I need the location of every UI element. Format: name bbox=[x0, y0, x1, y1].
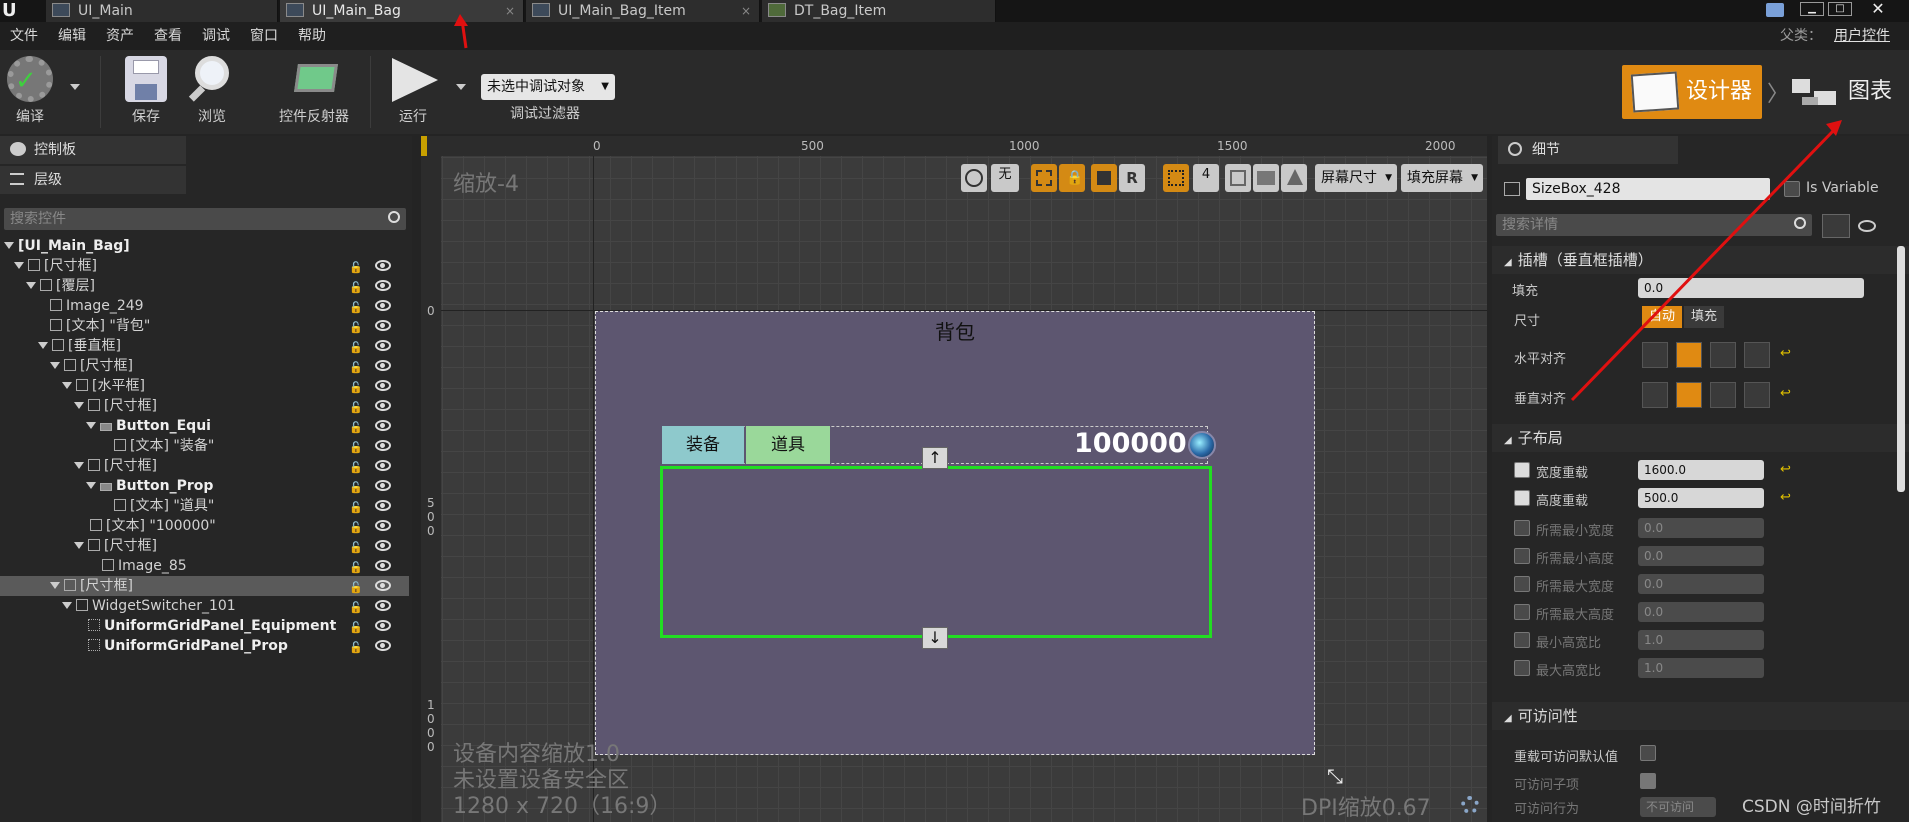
annotation-arrowhead-tab bbox=[454, 14, 468, 26]
annotation-arrows bbox=[454, 14, 1842, 402]
annotation-arrowhead-graph bbox=[1826, 120, 1842, 136]
annotation-arrow-graph bbox=[1570, 126, 1838, 402]
watermark: CSDN @时间折竹 bbox=[1742, 797, 1881, 817]
